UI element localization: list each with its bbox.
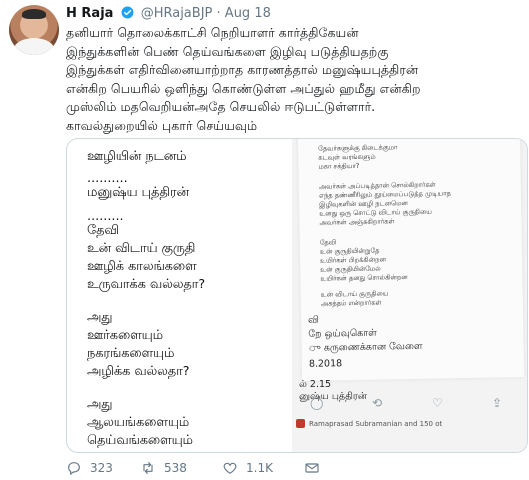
poem-line: மனுஷ்ய புத்திரன் [87,185,189,200]
poem-line: தேவி [87,223,119,238]
poem-line: ......... [87,209,124,224]
poem-photo[interactable]: தேவர்களுக்கு கிடைக்குமா கடவுள் வரங்களும்… [292,139,527,452]
poem-line: உருவாக்க வல்லதா? [87,277,206,292]
poem-line: அது [87,397,113,412]
retweeter-avatar [296,419,305,428]
tweet-line: தனியார் தொலைக்காட்சி நெறியாளர் கார்த்திக… [66,25,359,40]
reply-icon [68,462,80,476]
photo-retweet-bar: Ramaprasad Subramanian and 150 ot [292,419,527,437]
photo-big-line: ு கருணைக்கான வேளை [308,340,423,354]
poem-line: ஊர்களையும் [87,328,163,343]
tweet-line: இந்துக்களின் பெண் தெய்வங்களை இழிவு படுத்… [66,43,389,59]
reply-count: 323 [90,461,113,475]
poem-line: தெய்வங்களையும் [87,433,193,448]
tweet-line: முஸ்லிம் மதவெறியன்அதே செயலில் ஈடுபட்டுள்… [66,99,376,115]
poem-screenshot[interactable]: ஊழியின் நடனம் .......... மனுஷ்ய புத்திரன… [77,139,287,452]
retweet-count: 538 [164,461,187,475]
retweet-icon [143,462,153,474]
photo-line: அவர்கள் அஞ்சுகிறார்கள் [319,217,395,227]
photo-like-icon: ♡ [432,396,443,410]
poem-line: அது [87,310,113,325]
tweet-line: என்கிற பெயரில் ஒளிந்து கொண்டுள்ள அப்துல்… [66,80,421,96]
retweet-button[interactable]: 538 [140,459,187,477]
poem-line: ஊழிக் காலங்களை [87,259,197,274]
poem-line: ஊழியின் நடனம் [87,149,187,164]
photo-share-icon: ⇪ [492,396,503,410]
author-handle[interactable]: @HRajaBJP [141,6,213,21]
photo-line: அசுத்தம் என்றார்கள் [320,298,382,308]
tweet-actions: 323 538 1.1K [66,459,526,477]
reply-button[interactable]: 323 [66,459,113,477]
poem-line: அழிக்க வல்லதா? [87,364,190,379]
mail-icon [305,463,319,473]
photo-line: தேவி [319,238,337,247]
photo-action-bar: ◯ ⟲ ♡ ⇪ [292,393,527,417]
poem-line: உன் விடாய் குருதி [87,241,196,256]
photo-retweet-icon: ⟲ [372,396,383,410]
photo-big-line: வி [308,314,320,326]
photo-page: தேவர்களுக்கு கிடைக்குமா கடவுள் வரங்களும்… [297,139,525,381]
tweet-media[interactable]: ஊழியின் நடனம் .......... மனுஷ்ய புத்திரன… [66,138,528,453]
photo-line: மகா சக்தியா? [318,161,360,171]
like-button[interactable]: 1.1K [222,459,273,477]
author-avatar[interactable] [9,5,59,55]
tweet-line: இந்துக்கள் எதிர்வினையாற்றாத காரணத்தால் ம… [66,62,419,78]
photo-line: உயிர்கள் தனது சொல்கின்றன [320,273,408,283]
photo-reply-icon: ◯ [310,396,324,410]
retweet-label: Ramaprasad Subramanian and 150 ot [309,420,443,428]
photo-big-line: ல் 2.15 [299,379,332,390]
verified-badge-icon [121,6,134,19]
avatar-shirt [14,38,54,55]
avatar-hair [22,9,46,19]
tweet-text: தனியார் தொலைக்காட்சி நெறியாளர் கார்த்திக… [66,24,524,136]
like-count: 1.1K [246,461,273,475]
heart-icon [223,462,237,474]
tweet-line: காவல்துறையில் புகார் செய்யவும் [66,117,258,133]
header-separator: · [216,6,221,21]
poem-line: .......... [87,171,128,186]
author-name[interactable]: H Raja [66,6,113,21]
photo-big-line: றே ஒய்வுகொள் [308,327,377,340]
poem-line: நகரங்களையும் [87,346,175,361]
direct-message-button[interactable] [304,459,328,477]
tweet-header: H Raja @HRajaBJP · Aug 18 [66,6,271,21]
photo-big-line: 8.2018 [308,358,343,370]
poem-line: ஆலயங்களையும் [87,415,190,430]
tweet-date[interactable]: Aug 18 [225,6,271,21]
